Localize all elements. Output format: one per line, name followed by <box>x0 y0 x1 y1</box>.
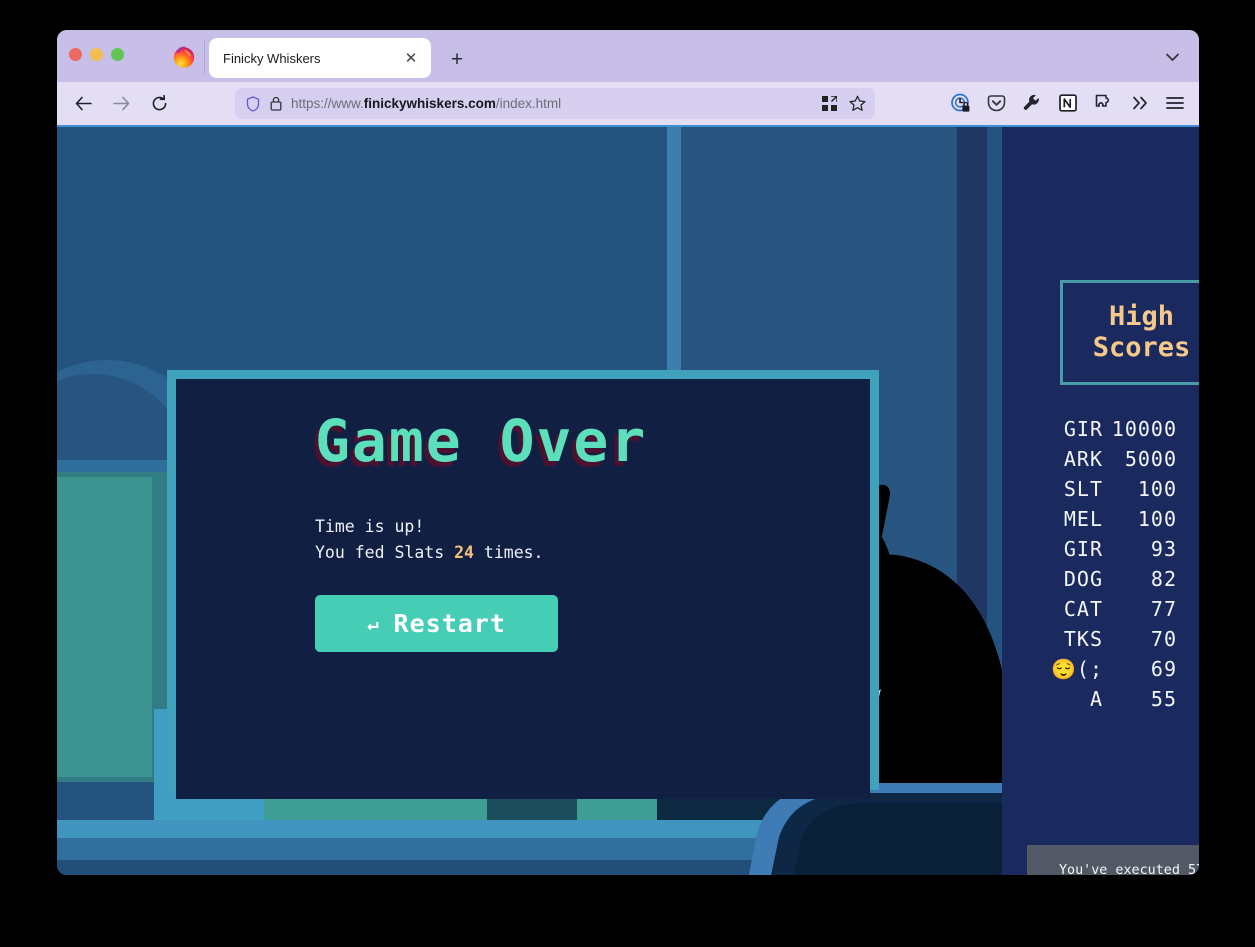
pocket-icon[interactable] <box>982 89 1010 117</box>
fed-prefix: You fed Slats <box>315 542 455 562</box>
high-score-row: 😌(; 69 <box>1002 654 1199 684</box>
tab-divider <box>204 40 205 74</box>
info-tooltip: You've executed 57 WebAssembly microserv… <box>1027 845 1199 875</box>
high-score-name: CAT <box>1063 597 1103 621</box>
forward-button[interactable] <box>106 89 136 119</box>
maximize-window-button[interactable] <box>111 48 124 61</box>
bookmark-star-icon[interactable] <box>845 92 869 116</box>
return-key-icon: ↵ <box>367 612 380 635</box>
page-viewport: Slats Game Over Time is up! You fed Slat… <box>57 127 1199 875</box>
restart-button-label: Restart <box>393 609 506 639</box>
game-over-message: Time is up! You fed Slats 24 times. <box>315 514 875 565</box>
high-score-row: CAT 77 <box>1002 594 1199 624</box>
high-score-row: ARK 5000 <box>1002 444 1199 474</box>
high-score-name: GIR <box>1063 417 1103 441</box>
high-score-value: 5000 <box>1124 447 1177 471</box>
high-score-value: 77 <box>1150 597 1177 621</box>
high-score-name: MEL <box>1063 507 1103 531</box>
high-score-name: TKS <box>1063 627 1103 651</box>
address-bar[interactable]: https://www.finickywhiskers.com/index.ht… <box>235 88 875 119</box>
notion-icon[interactable] <box>1054 89 1082 117</box>
high-score-row: SLT 100 <box>1002 474 1199 504</box>
overflow-chevrons-icon[interactable] <box>1126 89 1154 117</box>
high-scores-title-box: High Scores <box>1060 280 1199 385</box>
high-score-name: DOG <box>1063 567 1103 591</box>
url-protocol: https://www. <box>291 96 364 111</box>
game-over-modal: Game Over Time is up! You fed Slats 24 t… <box>315 412 875 672</box>
fed-suffix: times. <box>473 542 544 562</box>
high-score-row: TKS 70 <box>1002 624 1199 654</box>
high-score-value: 10000 <box>1111 417 1177 441</box>
shield-icon <box>241 95 265 112</box>
fed-count-value: 24 <box>454 542 474 562</box>
high-score-row: DOG 82 <box>1002 564 1199 594</box>
list-all-tabs-chevron-down-icon[interactable] <box>1161 48 1183 66</box>
extensions-grid-icon[interactable] <box>817 92 841 116</box>
lock-icon <box>265 96 287 111</box>
close-window-button[interactable] <box>69 48 82 61</box>
wrench-icon[interactable] <box>1018 89 1046 117</box>
game-over-title: Game Over <box>315 407 648 475</box>
high-score-name: SLT <box>1063 477 1103 501</box>
privacy-badger-icon[interactable] <box>946 89 974 117</box>
browser-window: Finicky Whiskers ✕ + https://www.finicky… <box>57 30 1199 875</box>
high-scores-title-line2: Scores <box>1092 331 1191 363</box>
hamburger-menu-icon[interactable] <box>1161 89 1189 117</box>
tab-finicky-whiskers[interactable]: Finicky Whiskers ✕ <box>209 38 431 78</box>
back-button[interactable] <box>68 89 98 119</box>
close-tab-button[interactable]: ✕ <box>401 48 421 68</box>
desktop-background: Finicky Whiskers ✕ + https://www.finicky… <box>0 0 1255 947</box>
high-score-value: 69 <box>1150 657 1177 681</box>
navigation-toolbar: https://www.finickywhiskers.com/index.ht… <box>57 82 1199 127</box>
high-score-value: 55 <box>1150 687 1177 711</box>
high-score-value: 82 <box>1150 567 1177 591</box>
time-up-line: Time is up! <box>315 517 425 536</box>
high-score-value: 100 <box>1137 507 1177 531</box>
wall-slab-left <box>57 477 152 777</box>
tab-strip: Finicky Whiskers ✕ + <box>57 30 1199 82</box>
new-tab-button[interactable]: + <box>445 47 469 71</box>
high-score-name: A <box>1089 687 1103 711</box>
high-score-value: 100 <box>1137 477 1177 501</box>
high-scores-list: GIR 10000 ARK 5000 SLT 100 MEL 100 GIR 93 DOG 82 CAT… <box>1002 414 1199 714</box>
high-score-row: GIR 93 <box>1002 534 1199 564</box>
high-score-value: 93 <box>1150 537 1177 561</box>
window-controls <box>69 48 124 61</box>
url-text: https://www.finickywhiskers.com/index.ht… <box>287 96 817 111</box>
restart-button[interactable]: ↵ Restart <box>315 595 558 653</box>
url-path: /index.html <box>495 96 562 111</box>
high-score-name: 😌(; <box>1051 657 1103 681</box>
high-score-row: A 55 <box>1002 684 1199 714</box>
high-scores-title: High Scores <box>1092 301 1191 363</box>
high-scores-panel: High Scores GIR 10000 ARK 5000 SLT 100 MEL 100 G… <box>1002 127 1199 875</box>
high-score-name: GIR <box>1063 537 1103 561</box>
high-score-value: 70 <box>1150 627 1177 651</box>
high-score-name: ARK <box>1063 447 1103 471</box>
tab-title: Finicky Whiskers <box>223 50 321 66</box>
high-score-row: MEL 100 <box>1002 504 1199 534</box>
url-domain: finickywhiskers.com <box>363 96 496 111</box>
firefox-logo-icon <box>171 44 197 70</box>
fed-count-line: You fed Slats 24 times. <box>315 540 875 566</box>
high-score-row: GIR 10000 <box>1002 414 1199 444</box>
tooltip-text-part1: You've executed 57 WebAssembly microserv… <box>1059 863 1199 875</box>
reload-button[interactable] <box>144 89 174 119</box>
minimize-window-button[interactable] <box>90 48 103 61</box>
high-scores-title-line1: High <box>1108 301 1174 333</box>
puzzle-extension-icon[interactable] <box>1090 89 1118 117</box>
